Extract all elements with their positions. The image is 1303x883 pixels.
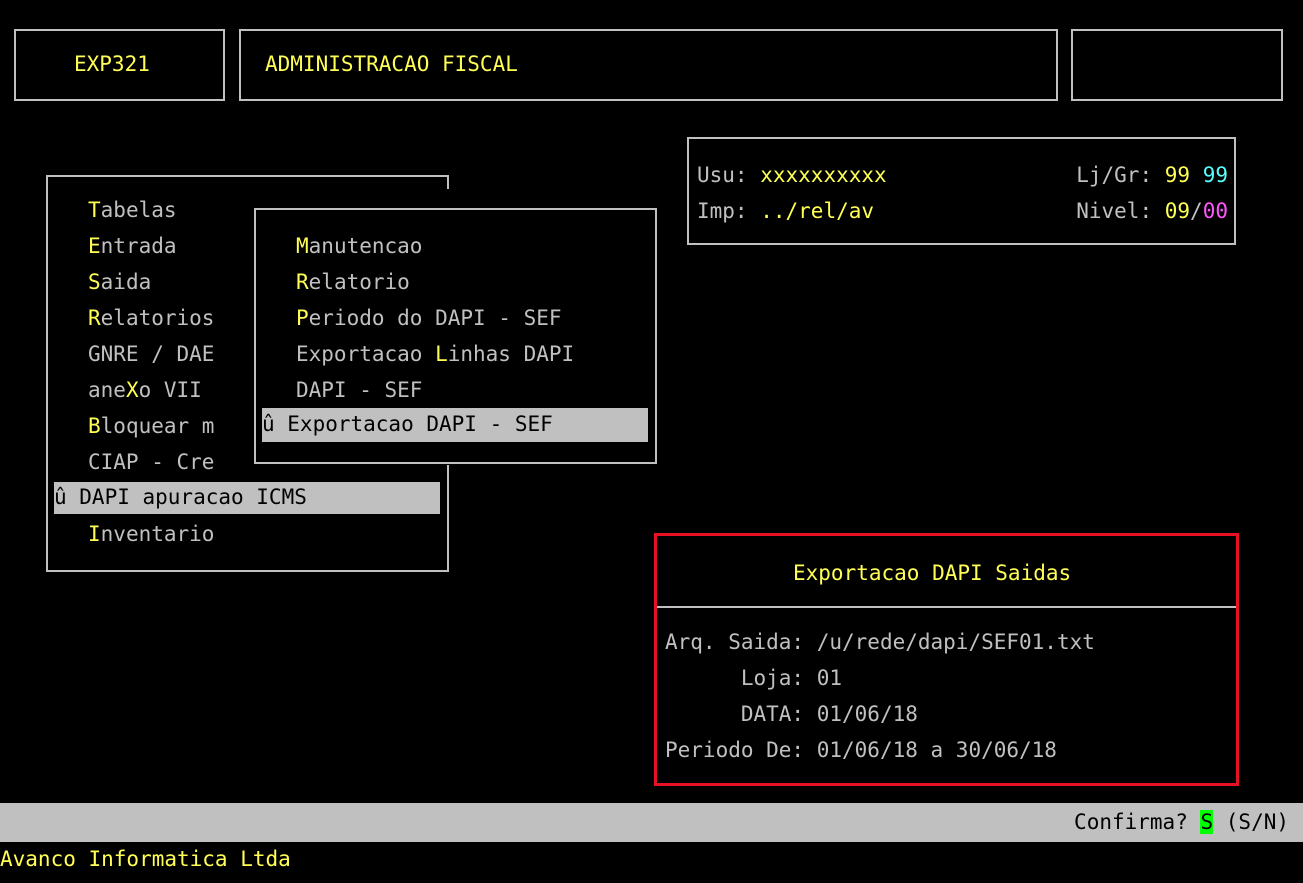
submenu-item-periodo-dapi[interactable]: Periodo do DAPI - SEF — [296, 304, 562, 333]
menu-item-relatorios[interactable]: Relatorios — [88, 304, 214, 333]
printer-line: Imp: ../rel/av — [697, 197, 874, 226]
header-right-box — [1071, 29, 1283, 101]
dapi-submenu: Manutencao Relatorio Periodo do DAPI - S… — [254, 208, 657, 464]
field-data: DATA: 01/06/18 — [665, 700, 918, 729]
user-value: xxxxxxxxxx — [760, 163, 887, 187]
field-label: Arq. Saida: — [665, 630, 805, 654]
title-box: ADMINISTRACAO FISCAL — [239, 29, 1058, 101]
menu-item-ciap[interactable]: CIAP - Cre — [88, 448, 214, 477]
store-value: 99 — [1164, 163, 1191, 187]
main-menu-right-border — [447, 465, 449, 572]
submenu-item-manutencao[interactable]: Manutencao — [296, 232, 422, 261]
dialog-title: Exportacao DAPI Saidas — [793, 561, 1072, 585]
confirm-prompt: Confirma? — [1074, 810, 1201, 834]
menu-item-entrada[interactable]: Entrada — [88, 232, 177, 261]
level-label: Nivel: — [1076, 199, 1153, 223]
field-label: DATA: — [665, 702, 805, 726]
level-separator: / — [1190, 199, 1203, 223]
field-value: 01 — [816, 666, 843, 690]
program-code: EXP321 — [74, 52, 150, 76]
level-line: Nivel: 09/00 — [1076, 197, 1228, 226]
export-dialog: Exportacao DAPI Saidas Arq. Saida: /u/re… — [654, 533, 1239, 786]
menu-item-dapi-apuracao-selected[interactable]: û DAPI apuracao ICMS — [54, 482, 440, 514]
field-periodo: Periodo De: 01/06/18 a 30/06/18 — [665, 736, 1057, 765]
confirm-options: (S/N) — [1213, 810, 1289, 834]
field-label: Periodo De: — [665, 738, 805, 762]
field-value: 01/06/18 — [816, 702, 918, 726]
submenu-item-dapi-sef[interactable]: DAPI - SEF — [296, 376, 422, 405]
field-loja: Loja: 01 — [665, 664, 842, 693]
field-arq-saida: Arq. Saida: /u/rede/dapi/SEF01.txt — [665, 628, 1095, 657]
menu-item-bloquear[interactable]: Bloquear m — [88, 412, 214, 441]
printer-value: ../rel/av — [760, 199, 875, 223]
page-title: ADMINISTRACAO FISCAL — [265, 52, 518, 76]
printer-label: Imp: — [697, 199, 748, 223]
confirm-bar: Confirma? S (S/N) — [0, 803, 1303, 842]
submenu-item-exportacao-linhas[interactable]: Exportacao Linhas DAPI — [296, 340, 574, 369]
user-info-panel: Usu: xxxxxxxxxx Lj/Gr: 99 99 Imp: ../rel… — [687, 137, 1236, 245]
confirm-prompt-line: Confirma? S (S/N) — [1074, 808, 1289, 837]
user-label: Usu: — [697, 163, 748, 187]
menu-item-inventario[interactable]: Inventario — [88, 520, 214, 549]
level-value-2: 00 — [1202, 199, 1228, 223]
field-label: Loja: — [665, 666, 805, 690]
level-value-1: 09 — [1164, 199, 1191, 223]
group-value: 99 — [1202, 163, 1228, 187]
field-value: /u/rede/dapi/SEF01.txt — [816, 630, 1095, 654]
confirm-answer-input[interactable]: S — [1200, 810, 1214, 834]
submenu-item-relatorio[interactable]: Relatorio — [296, 268, 410, 297]
menu-item-tabelas[interactable]: Tabelas — [88, 196, 177, 225]
user-line: Usu: xxxxxxxxxx — [697, 161, 887, 190]
menu-item-saida[interactable]: Saida — [88, 268, 151, 297]
store-group-label: Lj/Gr: — [1076, 163, 1153, 187]
field-value: 01/06/18 a 30/06/18 — [816, 738, 1057, 762]
menu-item-anexo-vii[interactable]: aneXo VII — [88, 376, 202, 405]
main-menu-top-border — [46, 175, 449, 177]
menu-item-gnre-dae[interactable]: GNRE / DAE — [88, 340, 214, 369]
store-group-line: Lj/Gr: 99 99 — [1076, 161, 1228, 190]
company-footer: Avanco Informatica Ltda — [0, 847, 291, 871]
submenu-item-exportacao-dapi-selected[interactable]: û Exportacao DAPI - SEF — [262, 408, 648, 442]
program-code-box: EXP321 — [14, 29, 225, 101]
main-menu-corner — [447, 175, 449, 189]
dialog-separator — [657, 606, 1236, 608]
